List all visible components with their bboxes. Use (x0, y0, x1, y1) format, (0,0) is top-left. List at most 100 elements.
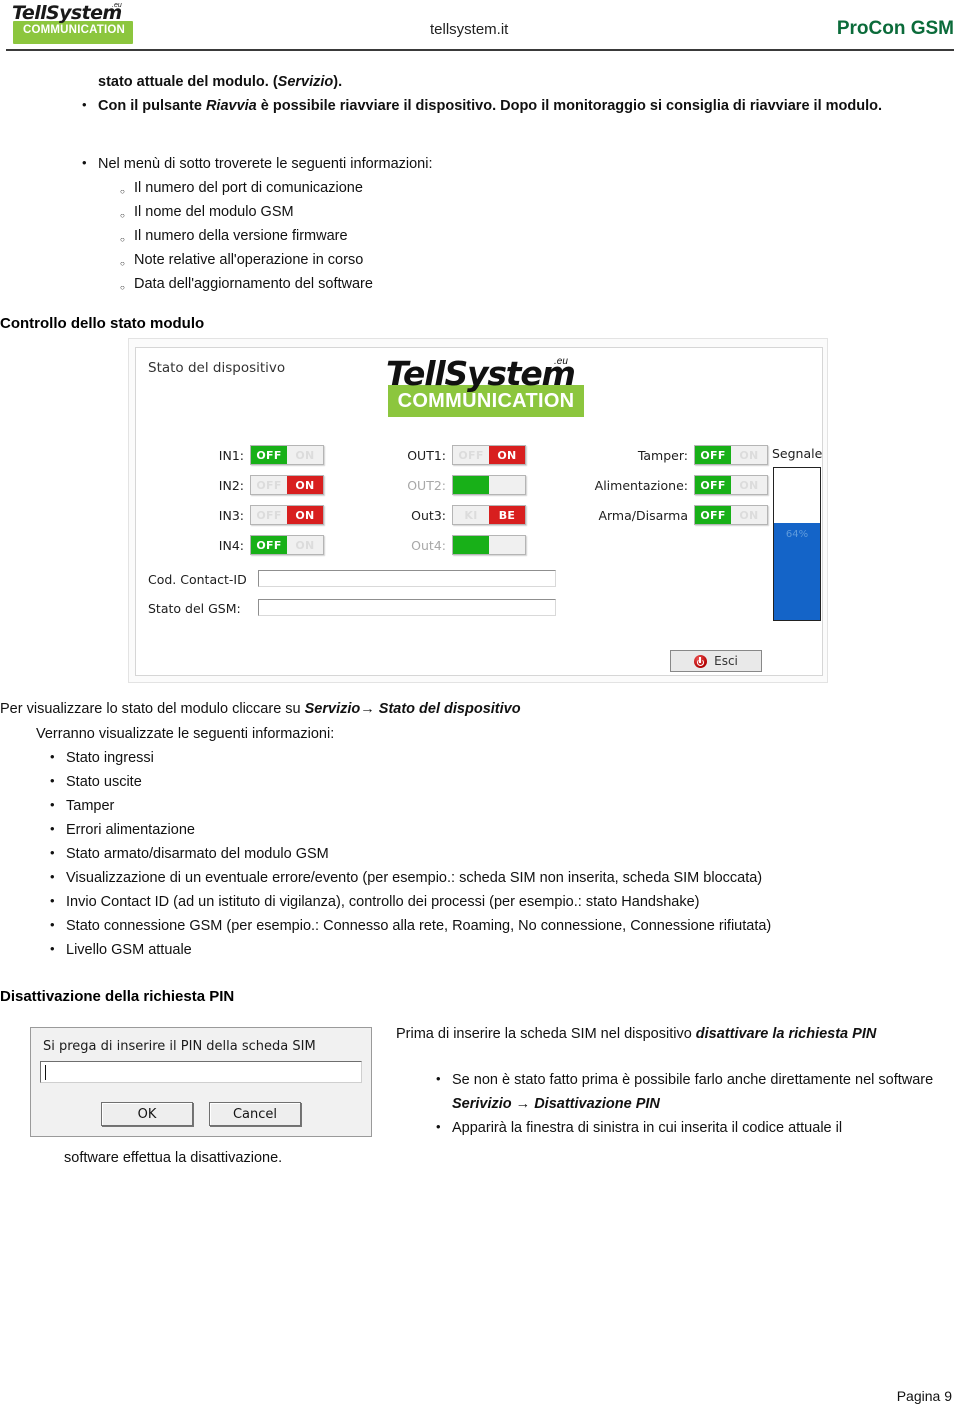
input-toggle-in3[interactable]: OFF ON (250, 505, 324, 525)
exit-button-label: Esci (714, 654, 738, 668)
toggle-right-half[interactable] (489, 536, 525, 554)
dialog-tellsystem-logo: TellSystem .eu COMMUNICATION (376, 354, 596, 420)
pin-intro-pre: Prima di inserire la scheda SIM nel disp… (396, 1026, 696, 1042)
dialog-logo-eu-suffix: .eu (554, 356, 568, 367)
header-website: tellsystem.it (430, 21, 509, 38)
sub-items-list: Il numero del port di comunicazione Il n… (112, 176, 812, 300)
sub-item-label: Data dell'aggiornamento del software (134, 276, 373, 292)
device-status-window: Stato del dispositivo TellSystem .eu COM… (135, 347, 823, 676)
toggle-left-half[interactable] (453, 476, 489, 494)
status-toggle-tamper[interactable]: OFF ON (694, 445, 768, 465)
list-item: Con il pulsante Riavvia è possibile riav… (76, 93, 948, 118)
toggle-right-half[interactable]: ON (287, 476, 323, 494)
restart-pre: Con il pulsante (98, 98, 206, 114)
signal-label: Segnale (772, 446, 823, 461)
toggle-left-half[interactable]: OFF (695, 476, 731, 494)
pin-trailing-text: software effettua la disattivazione. (64, 1150, 283, 1166)
contact-id-input[interactable] (258, 570, 556, 587)
sub-item-label: Il numero del port di comunicazione (134, 180, 363, 196)
input-toggle-in1[interactable]: OFF ON (250, 445, 324, 465)
sub-item-label: Il numero della versione firmware (134, 228, 348, 244)
output-label-out3: Out3: (411, 508, 446, 523)
text-caret (45, 1065, 46, 1080)
list-item: Data dell'aggiornamento del software (112, 272, 812, 300)
toggle-left-half[interactable] (453, 536, 489, 554)
toggle-right-half[interactable]: ON (489, 446, 525, 464)
mid-bullet-label: Stato connessione GSM (per esempio.: Con… (66, 918, 772, 934)
toggle-left-half[interactable]: OFF (695, 446, 731, 464)
toggle-left-half[interactable]: OFF (251, 506, 287, 524)
list-item: Stato uscite (44, 769, 954, 794)
mid-intro-bold1: Servizio (304, 701, 361, 717)
output-toggle-out2[interactable] (452, 475, 526, 495)
restart-italic: Riavvia (205, 98, 257, 114)
toggle-right-half[interactable]: ON (287, 446, 323, 464)
list-item: Note relative all'operazione in corso (112, 248, 812, 276)
list-item: Nel menù di sotto troverete le seguenti … (76, 151, 948, 176)
logo-subtitle: COMMUNICATION (22, 24, 126, 36)
toggle-left-half[interactable]: OFF (453, 446, 489, 464)
mid-bullet-label: Stato ingressi (66, 750, 154, 766)
status-toggle-arma-disarma[interactable]: OFF ON (694, 505, 768, 525)
toggle-right-half[interactable]: ON (731, 476, 767, 494)
toggle-left-half[interactable]: OFF (251, 476, 287, 494)
list-item: Stato ingressi (44, 745, 954, 770)
output-toggle-out1[interactable]: OFF ON (452, 445, 526, 465)
mid-bullet-label: Livello GSM attuale (66, 942, 192, 958)
mid-second-line: Verranno visualizzate le seguenti inform… (36, 726, 335, 742)
input-toggle-in2[interactable]: OFF ON (250, 475, 324, 495)
input-label-in4: IN4: (218, 538, 244, 553)
restart-bullet-block: Con il pulsante Riavvia è possibile riav… (76, 93, 948, 118)
toggle-right-half[interactable]: ON (287, 506, 323, 524)
page-number: Pagina 9 (896, 1388, 952, 1404)
exit-button[interactable]: Esci (670, 650, 762, 672)
pin-bullet2-label: Apparirà la finestra di sinistra in cui … (452, 1120, 843, 1136)
output-label-out2: OUT2: (407, 478, 446, 493)
mid-bullet-label: Visualizzazione di un eventuale errore/e… (66, 870, 763, 886)
mid-bullet-label: Invio Contact ID (ad un istituto di vigi… (66, 894, 700, 910)
list-item: Livello GSM attuale (44, 937, 954, 962)
pin-bullet1-bold: Serivizio → Disattivazione PIN (452, 1096, 660, 1112)
output-toggle-out3[interactable]: KI BE (452, 505, 526, 525)
restart-post: è possibile riavviare il dispositivo. Do… (256, 98, 883, 114)
mid-intro-pre: Per visualizzare lo stato del modulo cli… (0, 701, 305, 717)
mid-intro-arrow: → (360, 701, 375, 717)
input-label-in3: IN3: (218, 508, 244, 523)
status-label-tamper: Tamper: (637, 448, 688, 463)
sub-item-label: Note relative all'operazione in corso (134, 252, 364, 268)
status-toggle-alimentazione[interactable]: OFF ON (694, 475, 768, 495)
list-item: Apparirà la finestra di sinistra in cui … (430, 1115, 960, 1140)
field-label-gsm-status: Stato del GSM: (148, 601, 241, 616)
ok-button[interactable]: OK (101, 1102, 193, 1126)
mid-bullet-label: Errori alimentazione (66, 822, 195, 838)
dialog-logo-wordmark: TellSystem (386, 354, 576, 393)
output-toggle-out4[interactable] (452, 535, 526, 555)
toggle-left-half[interactable]: KI (453, 506, 489, 524)
toggle-right-half[interactable]: BE (489, 506, 525, 524)
list-item: Stato connessione GSM (per esempio.: Con… (44, 913, 954, 938)
toggle-left-half[interactable]: OFF (251, 536, 287, 554)
pin-bullet1-pre: Se non è stato fatto prima è possibile f… (452, 1072, 934, 1088)
toggle-right-half[interactable]: ON (731, 446, 767, 464)
toggle-left-half[interactable]: OFF (251, 446, 287, 464)
section-heading-status: Controllo dello stato modulo (0, 315, 205, 332)
section-heading-pin: Disattivazione della richiesta PIN (0, 988, 235, 1005)
dialog-logo-subtitle: COMMUNICATION (397, 390, 575, 412)
cancel-button-label: Cancel (232, 1106, 278, 1122)
toggle-right-half[interactable]: ON (731, 506, 767, 524)
toggle-left-half[interactable]: OFF (695, 506, 731, 524)
mid-bullet-list: Stato ingressi Stato uscite Tamper Error… (44, 745, 954, 962)
toggle-right-half[interactable] (489, 476, 525, 494)
mid-bullet-label: Stato armato/disarmato del modulo GSM (66, 846, 329, 862)
input-toggle-in4[interactable]: OFF ON (250, 535, 324, 555)
input-label-in1: IN1: (218, 448, 244, 463)
list-item: Se non è stato fatto prima è possibile f… (430, 1067, 960, 1116)
list-item: Errori alimentazione (44, 817, 954, 842)
cancel-button[interactable]: Cancel (209, 1102, 301, 1126)
list-item: Stato armato/disarmato del modulo GSM (44, 841, 954, 866)
toggle-right-half[interactable]: ON (287, 536, 323, 554)
gsm-status-input[interactable] (258, 599, 556, 616)
list-item: Il numero del port di comunicazione (112, 176, 812, 204)
pin-input[interactable] (40, 1061, 362, 1083)
lead-text-pre: stato attuale del modulo. ( (98, 74, 278, 90)
